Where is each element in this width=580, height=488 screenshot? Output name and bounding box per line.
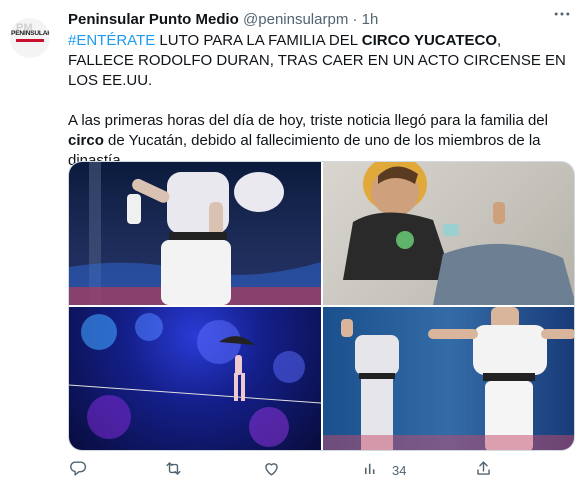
share-button[interactable] xyxy=(474,458,493,482)
tightrope-act-photo[interactable] xyxy=(69,307,321,450)
more-options-icon[interactable] xyxy=(552,4,572,24)
hashtag-link[interactable]: #ENTÉRATE xyxy=(68,32,155,49)
tweet-time[interactable]: 1h xyxy=(362,11,379,28)
performer-on-stage-photo[interactable] xyxy=(69,162,321,305)
views-icon xyxy=(361,459,380,481)
share-icon xyxy=(474,459,493,481)
author-handle[interactable]: @peninsularpm xyxy=(243,11,348,28)
tweet-text-segment: A las primeras horas del día de hoy, tri… xyxy=(68,112,548,129)
heart-icon xyxy=(262,459,281,481)
tweet-text-bold: CIRCO YUCATECO xyxy=(361,32,498,49)
media-grid xyxy=(68,161,575,451)
reply-icon xyxy=(68,459,87,481)
reply-button[interactable] xyxy=(68,458,87,482)
like-button[interactable] xyxy=(262,458,281,482)
performer-composite-photo[interactable] xyxy=(323,307,574,450)
tweet-text-segment: LUTO PARA LA FAMILIA DEL xyxy=(155,32,362,49)
views-count: 34 xyxy=(392,462,407,478)
retweet-button[interactable] xyxy=(164,458,183,482)
separator-dot: · xyxy=(352,11,358,28)
young-man-portrait-photo[interactable] xyxy=(323,162,574,305)
tweet-actions: 34 xyxy=(68,458,568,482)
avatar[interactable]: PM PENINSULAR xyxy=(10,18,50,58)
author-name[interactable]: Peninsular Punto Medio xyxy=(68,11,239,28)
tweet-header: Peninsular Punto Medio @peninsularpm · 1… xyxy=(68,10,570,30)
avatar-logo-bar xyxy=(16,39,44,42)
tweet-text: #ENTÉRATE LUTO PARA LA FAMILIA DEL CIRCO… xyxy=(68,31,568,171)
retweet-icon xyxy=(164,459,183,481)
avatar-logo-text: PENINSULAR xyxy=(11,30,50,37)
tweet-text-bold: circo xyxy=(68,132,104,149)
tweet-paragraph-1: #ENTÉRATE LUTO PARA LA FAMILIA DEL CIRCO… xyxy=(68,31,568,91)
views-button[interactable]: 34 xyxy=(361,458,406,482)
